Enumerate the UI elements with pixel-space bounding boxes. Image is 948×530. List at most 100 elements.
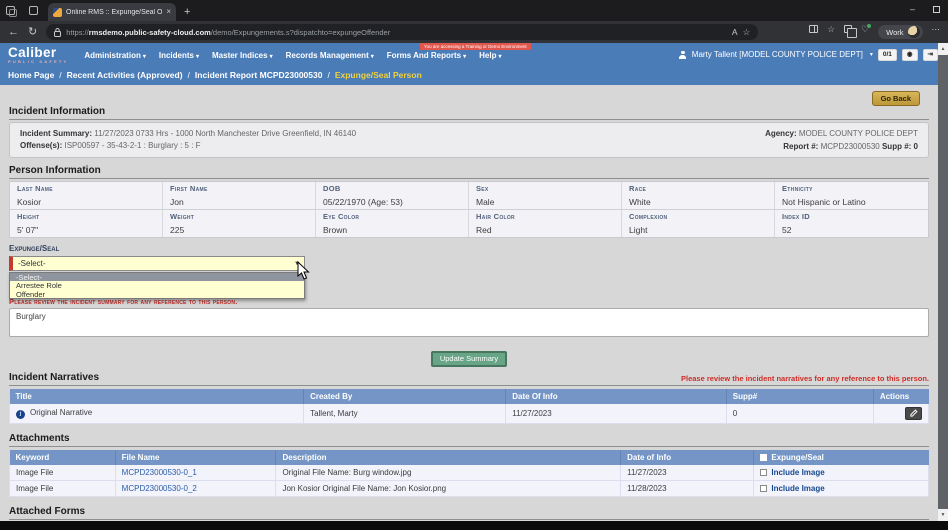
attachments-table: Keyword File Name Description Date of In… — [9, 450, 929, 497]
attachment-row: Image File MCPD23000530-0_1 Original Fil… — [10, 465, 929, 481]
col-date-of-info: Date of Info — [621, 450, 754, 465]
split-screen-icon[interactable] — [809, 25, 818, 33]
chevron-down-icon: ▾ — [371, 54, 374, 60]
attachment-file-link[interactable]: MCPD23000530-0_2 — [122, 484, 197, 493]
collections-icon[interactable] — [844, 25, 852, 33]
window-maximize-button[interactable] — [933, 6, 940, 13]
attachment-expunge-cell: Include Image — [754, 465, 929, 481]
url-domain: rmsdemo.public-safety-cloud.com — [89, 28, 211, 37]
col-file-name: File Name — [115, 450, 276, 465]
narrative-date: 11/27/2023 — [506, 404, 727, 424]
favorites-bar-icon[interactable]: ☆ — [827, 25, 835, 39]
field-dob: DOB05/22/1970 (Age: 53) — [316, 182, 469, 209]
window-minimize-button[interactable]: – — [910, 4, 915, 14]
field-race: RaceWhite — [622, 182, 775, 209]
include-image-checkbox[interactable] — [760, 469, 767, 476]
new-tab-button[interactable]: + — [184, 6, 190, 18]
col-date-of-info: Date Of Info — [506, 389, 727, 404]
select-all-checkbox[interactable] — [760, 454, 767, 461]
breadcrumb-separator: / — [59, 70, 61, 80]
attachment-date: 11/28/2023 — [621, 481, 754, 497]
attachment-date: 11/27/2023 — [621, 465, 754, 481]
chevron-down-icon: ▾ — [196, 54, 199, 60]
tab-actions-icon[interactable] — [29, 6, 38, 15]
field-weight: Weight225 — [163, 210, 316, 237]
nav-records-management[interactable]: Records Management▾ — [286, 51, 374, 60]
address-bar[interactable]: https://rmsdemo.public-safety-cloud.com/… — [46, 24, 758, 40]
agency: Agency: MODEL COUNTY POLICE DEPT — [765, 129, 918, 138]
read-aloud-icon[interactable]: A — [732, 28, 738, 37]
attachments-title: Attachments — [9, 433, 929, 447]
attachment-file-link[interactable]: MCPD23000530-0_1 — [122, 468, 197, 477]
profile-name: Work — [886, 28, 903, 37]
attachment-keyword: Image File — [10, 465, 116, 481]
option-select[interactable]: -Select- — [10, 273, 304, 281]
narratives-warning: Please review the incident narratives fo… — [681, 374, 929, 383]
include-image-checkbox[interactable] — [760, 485, 767, 492]
workspaces-icon[interactable] — [6, 6, 15, 15]
attachment-expunge-cell: Include Image — [754, 481, 929, 497]
col-created-by: Created By — [304, 389, 506, 404]
page-scrollbar[interactable]: ▲ ▼ — [938, 43, 948, 521]
incident-summary-textarea[interactable]: Burglary — [9, 308, 929, 337]
update-summary-button[interactable]: Update Summary — [431, 351, 507, 367]
narrative-created-by: Tallent, Marty — [304, 404, 506, 424]
nav-master-indices[interactable]: Master Indices▾ — [212, 51, 273, 60]
url-scheme: https:// — [66, 28, 89, 37]
tab-favicon — [53, 8, 62, 17]
col-title: Title — [10, 389, 304, 404]
session-counter-button[interactable]: 0/1 — [878, 49, 897, 62]
tab-close-icon[interactable]: × — [166, 8, 171, 16]
chevron-down-icon: ▾ — [498, 54, 501, 60]
favorite-star-icon[interactable]: ☆ — [743, 28, 751, 37]
scroll-down-icon[interactable]: ▼ — [938, 509, 948, 521]
nav-forms-and-reports[interactable]: Forms And Reports▾ — [387, 51, 466, 60]
back-button[interactable]: ← — [8, 27, 19, 38]
field-height: Height5' 07" — [10, 210, 163, 237]
scroll-up-icon[interactable]: ▲ — [938, 43, 948, 55]
go-back-button[interactable]: Go Back — [872, 91, 920, 106]
person-information-title: Person Information — [9, 165, 929, 179]
incident-information-title: Incident Information — [9, 106, 929, 120]
incident-information-panel: Incident Summary: 11/27/2023 0733 Hrs - … — [9, 122, 929, 158]
breadcrumb-home[interactable]: Home Page — [8, 70, 54, 80]
info-icon[interactable]: i — [16, 410, 25, 419]
nav-help[interactable]: Help▾ — [479, 51, 501, 60]
browser-toolbar: ← ↻ https://rmsdemo.public-safety-cloud.… — [0, 21, 948, 43]
expunge-role-select[interactable]: -Select- ▼ — [9, 256, 305, 271]
browser-essentials-icon[interactable]: ♡ — [861, 25, 869, 39]
logout-button[interactable]: ⇥ — [923, 49, 938, 62]
field-hair-color: Hair ColorRed — [469, 210, 622, 237]
option-arrestee-role[interactable]: Arrestee Role — [10, 281, 304, 289]
user-menu[interactable]: Marty Tallent [MODEL COUNTY POLICE DEPT] — [692, 50, 863, 59]
breadcrumb: Home Page / Recent Activities (Approved)… — [0, 65, 948, 84]
incident-narratives-title: Incident Narratives — [9, 372, 99, 383]
nav-administration[interactable]: Administration▾ — [84, 51, 145, 60]
edit-narrative-button[interactable] — [905, 407, 922, 420]
col-description: Description — [276, 450, 621, 465]
browser-profile-button[interactable]: Work — [878, 25, 922, 39]
url-text: https://rmsdemo.public-safety-cloud.com/… — [66, 28, 727, 37]
attachment-keyword: Image File — [10, 481, 116, 497]
session-power-button[interactable]: ◉ — [902, 49, 918, 62]
browser-tab[interactable]: Online RMS :: Expunge/Seal Offe × — [48, 3, 176, 21]
caliber-logo: Caliber PUBLIC SAFETY — [8, 46, 68, 64]
attachment-description: Jon Kosior Original File Name: Jon Kosio… — [276, 481, 621, 497]
chevron-down-icon: ▾ — [870, 51, 873, 58]
field-first-name: First NameJon — [163, 182, 316, 209]
logo-subtext: PUBLIC SAFETY — [8, 60, 68, 64]
bottom-black-strip — [0, 521, 948, 530]
breadcrumb-current-page: Expunge/Seal Person — [335, 70, 422, 80]
breadcrumb-recent-activities[interactable]: Recent Activities (Approved) — [67, 70, 183, 80]
app-header: Caliber PUBLIC SAFETY Administration▾ In… — [0, 43, 948, 85]
attached-forms-title: Attached Forms — [9, 506, 929, 520]
col-expunge-seal: Expunge/Seal — [754, 450, 929, 465]
browser-menu-icon[interactable]: ⋯ — [932, 25, 941, 39]
scrollbar-thumb[interactable] — [938, 55, 948, 509]
page-content: Go Back Incident Information Incident Su… — [0, 85, 938, 521]
option-offender[interactable]: Offender — [10, 290, 304, 298]
breadcrumb-incident-report[interactable]: Incident Report MCPD23000530 — [195, 70, 323, 80]
refresh-button[interactable]: ↻ — [28, 27, 37, 38]
nav-incidents[interactable]: Incidents▾ — [159, 51, 199, 60]
training-banner: You are accessing a Training or Demo Env… — [420, 43, 531, 50]
